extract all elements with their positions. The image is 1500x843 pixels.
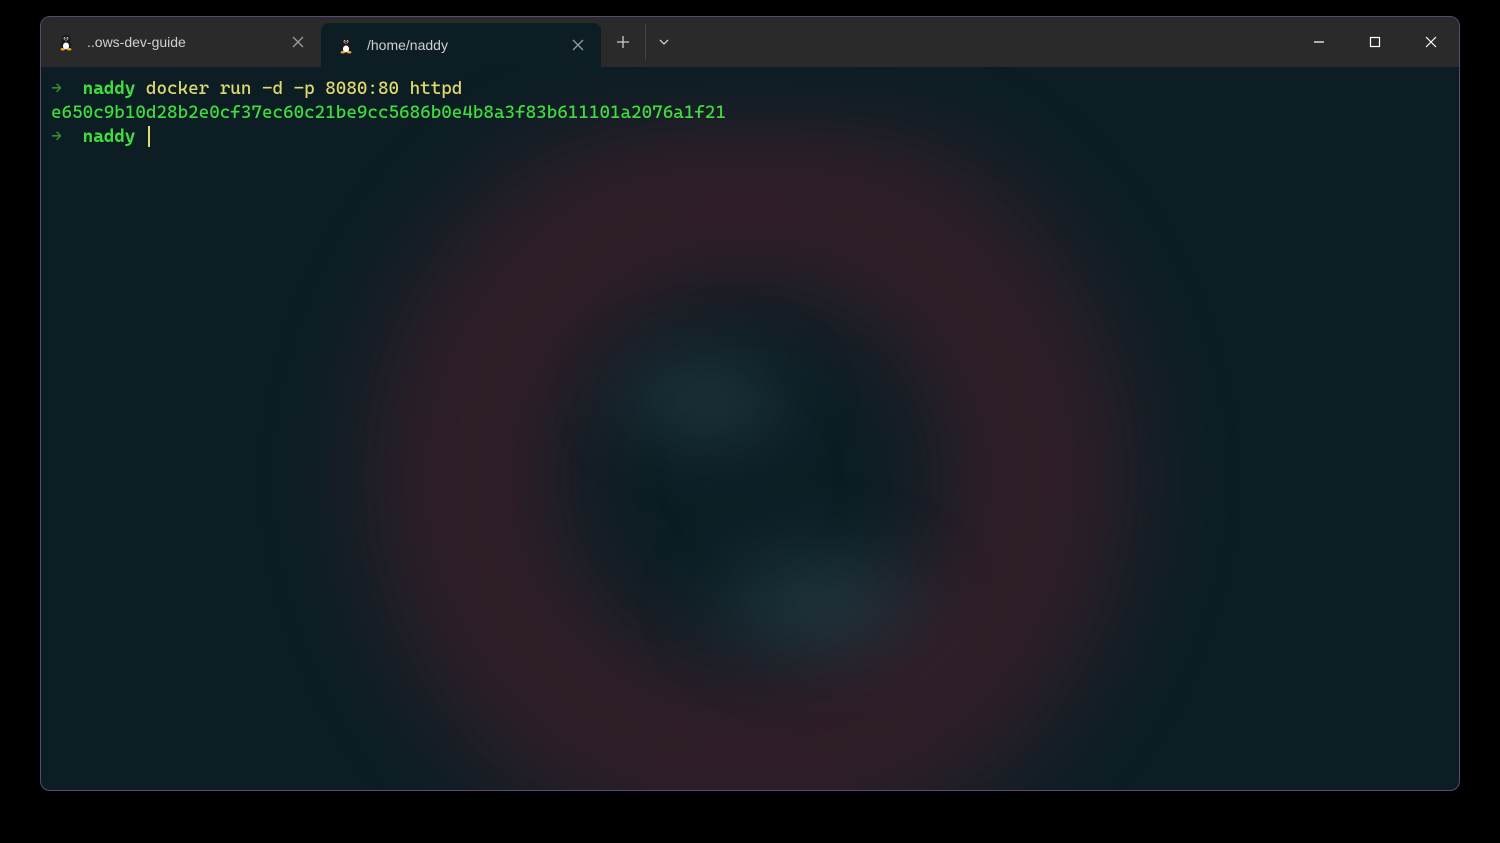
output-text: e650c9b10d28b2e0cf37ec60c21be9cc5686b0e4…	[51, 102, 726, 123]
terminal-background-art	[41, 67, 1459, 790]
prompt-arrow: →	[51, 126, 62, 147]
prompt-host: naddy	[83, 78, 136, 99]
terminal-line: → naddy docker run -d -p 8080:80 httpd	[51, 77, 1449, 101]
tabs-container: ..ows-dev-guide	[41, 17, 681, 67]
terminal-body[interactable]: → naddy docker run -d -p 8080:80 httpd e…	[41, 67, 1459, 790]
tab-title: ..ows-dev-guide	[87, 34, 279, 50]
terminal-line: → naddy	[51, 125, 1449, 149]
tab-inactive[interactable]: ..ows-dev-guide	[41, 20, 321, 64]
terminal-window: ..ows-dev-guide	[40, 16, 1460, 791]
new-tab-button[interactable]	[605, 24, 641, 60]
tab-title: /home/naddy	[367, 37, 559, 53]
tab-active[interactable]: /home/naddy	[321, 23, 601, 67]
close-icon[interactable]	[571, 38, 585, 52]
tux-icon	[57, 33, 75, 51]
tux-icon	[337, 36, 355, 54]
prompt-host: naddy	[83, 126, 136, 147]
window-controls	[1291, 17, 1459, 67]
close-icon[interactable]	[291, 35, 305, 49]
maximize-button[interactable]	[1347, 17, 1403, 67]
cursor	[148, 126, 150, 147]
terminal-line: e650c9b10d28b2e0cf37ec60c21be9cc5686b0e4…	[51, 101, 1449, 125]
minimize-button[interactable]	[1291, 17, 1347, 67]
prompt-arrow: →	[51, 78, 62, 99]
tab-dropdown-button[interactable]	[645, 24, 681, 60]
close-window-button[interactable]	[1403, 17, 1459, 67]
titlebar: ..ows-dev-guide	[41, 17, 1459, 67]
command-text: docker run -d -p 8080:80 httpd	[146, 78, 462, 99]
